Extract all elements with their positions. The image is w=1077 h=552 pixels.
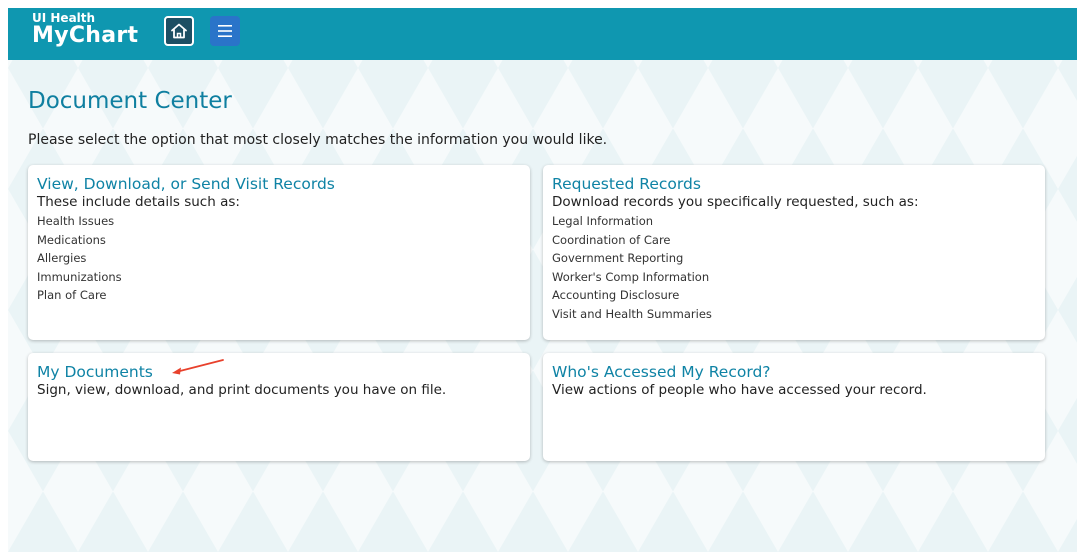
list-item: Coordination of Care bbox=[552, 232, 671, 247]
page-intro-text: Please select the option that most close… bbox=[28, 132, 608, 148]
list-item: Plan of Care bbox=[37, 288, 107, 303]
card-visit-records[interactable]: View, Download, or Send Visit Records Th… bbox=[28, 165, 530, 340]
menu-icon bbox=[218, 25, 232, 37]
list-item: Worker's Comp Information bbox=[552, 269, 710, 284]
card-item-list: Legal Information Coordination of Care G… bbox=[552, 212, 1036, 324]
card-requested-records[interactable]: Requested Records Download records you s… bbox=[543, 165, 1045, 340]
card-description: Sign, view, download, and print document… bbox=[37, 382, 447, 398]
home-icon bbox=[171, 23, 187, 39]
mychart-logo[interactable]: UI Health MyChart bbox=[32, 12, 138, 47]
list-item: Legal Information bbox=[552, 214, 654, 228]
logo-big-text: MyChart bbox=[32, 23, 139, 48]
annotation-arrow-icon bbox=[172, 359, 224, 375]
card-my-documents[interactable]: My Documents Sign, view, download, and p… bbox=[28, 353, 530, 461]
card-item-list: Health Issues Medications Allergies Immu… bbox=[37, 212, 521, 305]
page-heading-area: Document Center bbox=[28, 88, 232, 114]
card-description: Download records you specifically reques… bbox=[552, 194, 919, 210]
top-navigation-bar: UI Health MyChart bbox=[8, 8, 1077, 60]
list-item: Immunizations bbox=[37, 269, 122, 284]
card-title[interactable]: Requested Records bbox=[552, 175, 1036, 193]
card-title[interactable]: View, Download, or Send Visit Records bbox=[37, 175, 521, 193]
list-item: Accounting Disclosure bbox=[552, 288, 680, 303]
list-item: Health Issues bbox=[37, 214, 115, 228]
card-title[interactable]: My Documents bbox=[37, 363, 521, 381]
list-item: Medications bbox=[37, 232, 106, 247]
card-whos-accessed-record[interactable]: Who's Accessed My Record? View actions o… bbox=[543, 353, 1045, 461]
list-item: Visit and Health Summaries bbox=[552, 306, 712, 321]
home-button[interactable] bbox=[164, 16, 194, 46]
menu-button[interactable] bbox=[210, 16, 240, 46]
list-item: Government Reporting bbox=[552, 251, 684, 266]
card-description: These include details such as: bbox=[37, 194, 240, 210]
card-description: View actions of people who have accessed… bbox=[552, 382, 927, 398]
card-title[interactable]: Who's Accessed My Record? bbox=[552, 363, 1036, 381]
list-item: Allergies bbox=[37, 251, 87, 266]
page-title: Document Center bbox=[28, 88, 232, 114]
